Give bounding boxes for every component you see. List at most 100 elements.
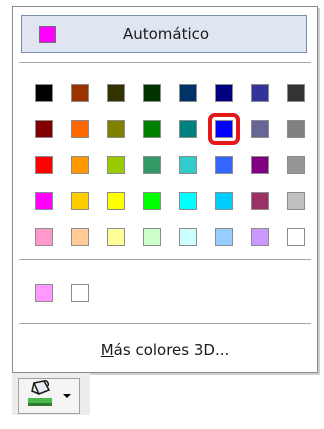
color-swatch-button[interactable] <box>242 147 278 183</box>
color-swatch-button[interactable] <box>134 75 170 111</box>
color-swatch-button[interactable] <box>98 111 134 147</box>
color-swatch-button[interactable] <box>62 111 98 147</box>
color-swatch-button[interactable] <box>62 75 98 111</box>
color-swatch-button[interactable] <box>206 111 242 147</box>
color-swatch-button[interactable] <box>242 183 278 219</box>
color-swatch-button[interactable] <box>206 147 242 183</box>
color-swatch-button[interactable] <box>26 111 62 147</box>
color-swatch <box>71 192 89 210</box>
color-swatch <box>107 156 125 174</box>
color-swatch-button[interactable] <box>26 75 62 111</box>
color-swatch <box>179 192 197 210</box>
color-swatch <box>287 84 305 102</box>
automatic-color-button[interactable]: Automático <box>21 15 307 53</box>
fill-color-dropdown-button[interactable] <box>18 378 80 414</box>
fill-bucket-icon <box>25 380 55 412</box>
color-swatch <box>107 120 125 138</box>
color-swatch <box>143 84 161 102</box>
color-swatch <box>35 156 53 174</box>
color-swatch-button[interactable] <box>62 147 98 183</box>
color-swatch <box>251 84 269 102</box>
color-swatch <box>35 192 53 210</box>
color-swatch <box>287 192 305 210</box>
color-swatch <box>35 120 53 138</box>
color-swatch-button[interactable] <box>278 75 314 111</box>
color-swatch <box>71 156 89 174</box>
palette-row <box>26 75 314 111</box>
color-swatch <box>71 228 89 246</box>
separator <box>19 259 311 260</box>
color-swatch <box>287 228 305 246</box>
color-swatch <box>215 84 233 102</box>
color-swatch <box>35 284 53 302</box>
color-swatch-button[interactable] <box>98 147 134 183</box>
color-swatch <box>251 120 269 138</box>
color-swatch-button[interactable] <box>98 183 134 219</box>
color-swatch <box>143 228 161 246</box>
color-palette-grid <box>26 75 314 255</box>
color-swatch-button[interactable] <box>170 111 206 147</box>
color-swatch-button[interactable] <box>26 219 62 255</box>
palette-row <box>26 219 314 255</box>
color-swatch-button[interactable] <box>134 111 170 147</box>
color-swatch-button[interactable] <box>278 219 314 255</box>
color-swatch-button[interactable] <box>134 147 170 183</box>
color-swatch-button[interactable] <box>98 219 134 255</box>
color-swatch <box>143 120 161 138</box>
color-swatch <box>215 228 233 246</box>
color-swatch <box>251 228 269 246</box>
color-swatch-button[interactable] <box>26 147 62 183</box>
automatic-color-swatch <box>39 25 56 43</box>
recent-color-swatch-button[interactable] <box>26 275 62 311</box>
color-swatch <box>35 228 53 246</box>
selection-highlight <box>208 113 240 145</box>
color-swatch <box>215 156 233 174</box>
more-colors-button[interactable]: Más colores 3D... <box>13 341 317 359</box>
color-swatch-button[interactable] <box>278 183 314 219</box>
color-swatch-button[interactable] <box>170 219 206 255</box>
color-swatch <box>179 84 197 102</box>
color-swatch-button[interactable] <box>62 219 98 255</box>
color-swatch <box>107 228 125 246</box>
color-swatch-button[interactable] <box>242 219 278 255</box>
color-swatch-button[interactable] <box>170 147 206 183</box>
color-swatch <box>215 192 233 210</box>
automatic-color-label: Automático <box>122 25 210 43</box>
color-swatch-button[interactable] <box>206 219 242 255</box>
color-swatch <box>287 120 305 138</box>
color-swatch-button[interactable] <box>206 183 242 219</box>
color-swatch-button[interactable] <box>98 75 134 111</box>
color-swatch-button[interactable] <box>62 183 98 219</box>
color-swatch-button[interactable] <box>170 183 206 219</box>
color-swatch-button[interactable] <box>278 147 314 183</box>
more-colors-label: ás colores 3D... <box>113 341 230 359</box>
color-swatch-button[interactable] <box>206 75 242 111</box>
recent-colors <box>26 275 98 311</box>
color-swatch-button[interactable] <box>134 183 170 219</box>
color-swatch <box>71 120 89 138</box>
separator <box>19 323 311 324</box>
palette-row <box>26 111 314 147</box>
color-swatch <box>71 84 89 102</box>
color-swatch <box>179 228 197 246</box>
separator <box>19 62 311 63</box>
color-swatch-button[interactable] <box>134 219 170 255</box>
chevron-down-icon <box>63 394 71 398</box>
color-swatch-button[interactable] <box>26 183 62 219</box>
color-swatch <box>71 284 89 302</box>
color-swatch <box>251 156 269 174</box>
color-swatch <box>179 156 197 174</box>
recent-color-swatch-button[interactable] <box>62 275 98 311</box>
color-swatch-button[interactable] <box>242 111 278 147</box>
color-swatch <box>143 156 161 174</box>
color-swatch <box>179 120 197 138</box>
color-swatch <box>35 84 53 102</box>
palette-row <box>26 147 314 183</box>
color-swatch <box>251 192 269 210</box>
more-colors-accesskey: M <box>100 341 114 359</box>
color-swatch-button[interactable] <box>242 75 278 111</box>
color-swatch-button[interactable] <box>170 75 206 111</box>
color-swatch-button[interactable] <box>278 111 314 147</box>
color-picker-popup: Automático Más colores 3D... <box>12 6 318 373</box>
color-swatch <box>143 192 161 210</box>
